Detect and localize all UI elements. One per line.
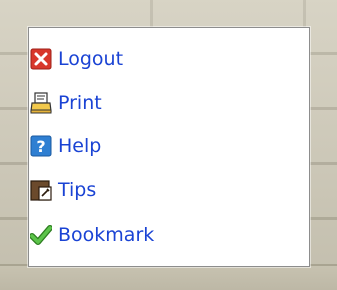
menu-item-bookmark[interactable]: Bookmark (30, 221, 154, 249)
printer-icon (30, 92, 52, 114)
menu-item-label: Bookmark (58, 223, 155, 246)
bookmark-check-icon (30, 224, 52, 246)
menu-item-help[interactable]: ? Help (30, 132, 101, 160)
menu-item-tips[interactable]: Tips (30, 176, 96, 204)
tips-icon (30, 179, 52, 201)
menu-item-label: Print (58, 91, 102, 114)
menu-item-logout[interactable]: Logout (30, 45, 123, 73)
menu-item-label: Tips (58, 178, 97, 201)
menu-item-label: Help (58, 134, 102, 157)
menu-item-print[interactable]: Print (30, 89, 102, 117)
menu-item-label: Logout (58, 47, 124, 70)
logout-icon (30, 48, 52, 70)
svg-text:?: ? (36, 137, 45, 156)
background-bottom-strip (0, 264, 337, 290)
help-icon: ? (30, 135, 52, 157)
